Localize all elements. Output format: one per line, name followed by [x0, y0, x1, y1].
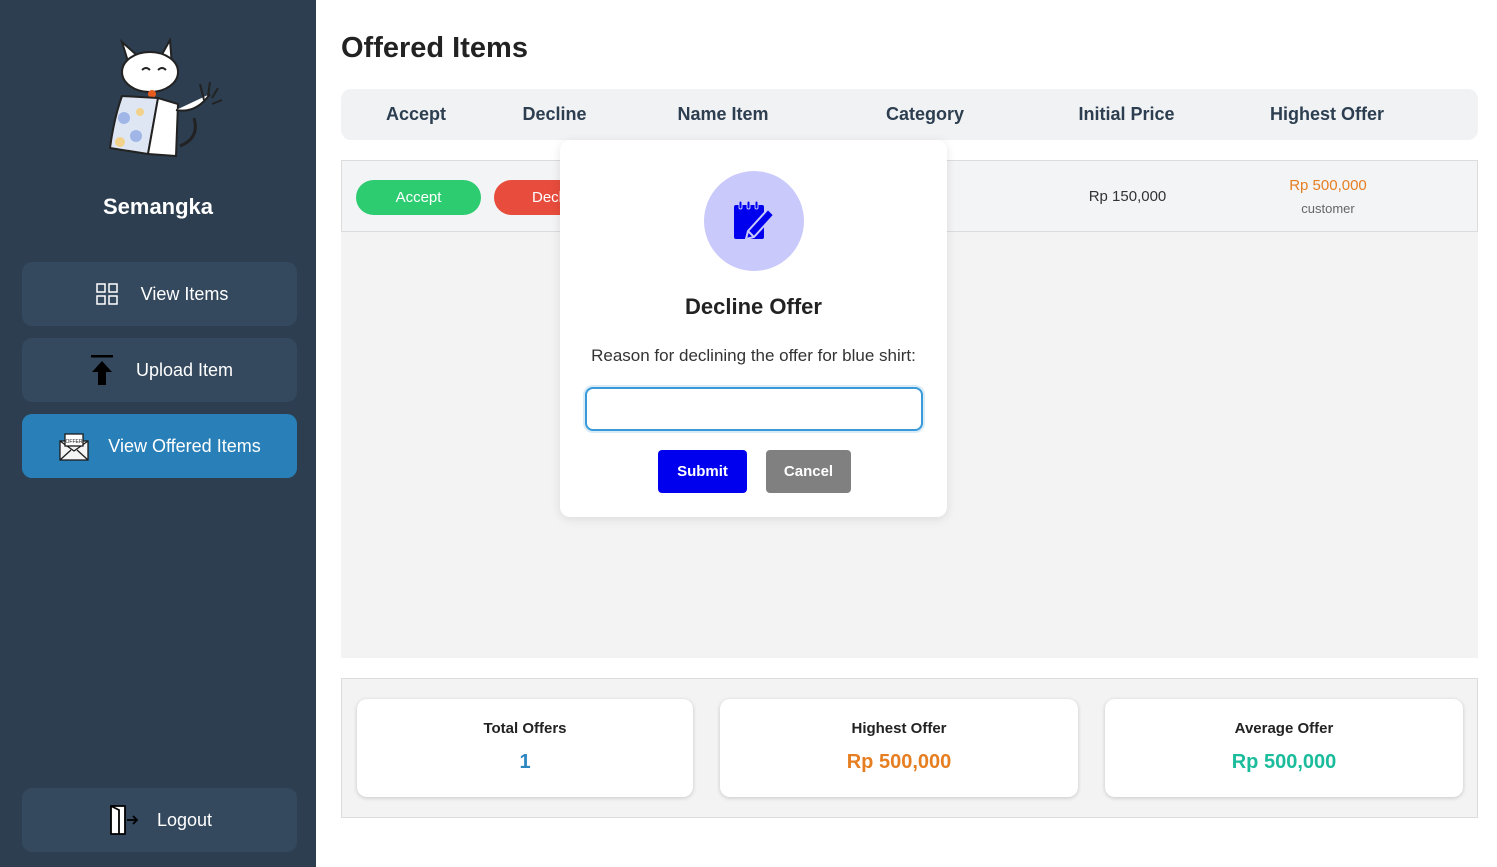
stat-card-highest-offer: Highest Offer Rp 500,000: [720, 699, 1078, 797]
page-title: Offered Items: [341, 32, 528, 64]
stat-label: Highest Offer: [851, 720, 947, 737]
sidebar-item-label: View Offered Items: [108, 435, 261, 456]
cancel-button[interactable]: Cancel: [766, 450, 851, 493]
sidebar-item-view-offered-items[interactable]: OFFER View Offered Items: [22, 414, 297, 478]
sidebar: Semangka View Items Upload Item OFFER Vi…: [0, 0, 316, 867]
note-edit-icon: [704, 171, 804, 271]
logout-label: Logout: [156, 809, 213, 830]
stats-panel: Total Offers 1 Highest Offer Rp 500,000 …: [341, 678, 1478, 818]
stat-card-average-offer: Average Offer Rp 500,000: [1105, 699, 1463, 797]
stat-card-total-offers: Total Offers 1: [357, 699, 693, 797]
brand-name: Semangka: [102, 194, 214, 219]
sidebar-item-label: Upload Item: [135, 359, 234, 380]
stat-label: Total Offers: [483, 720, 567, 737]
logout-icon: [107, 804, 139, 836]
decline-reason-input[interactable]: [585, 387, 923, 431]
logout-button[interactable]: Logout: [22, 788, 297, 852]
initial-price-cell: Rp 150,000: [1088, 188, 1167, 205]
avatar: [100, 36, 226, 162]
column-header-name-item: Name Item: [677, 104, 769, 124]
column-header-category: Category: [885, 104, 965, 124]
sidebar-item-label: View Items: [140, 283, 229, 304]
stat-label: Average Offer: [1234, 720, 1334, 737]
stat-value: 1: [519, 751, 531, 773]
dialog-message: Reason for declining the offer for blue …: [591, 346, 916, 365]
grid-icon: [91, 278, 123, 310]
offer-by-cell: customer: [1301, 201, 1355, 216]
submit-button[interactable]: Submit: [658, 450, 747, 493]
table-header: Accept Decline Name Item Category Initia…: [341, 89, 1478, 140]
stat-value: Rp 500,000: [846, 751, 952, 773]
sidebar-item-view-items[interactable]: View Items: [22, 262, 297, 326]
highest-offer-cell: Rp 500,000: [1289, 177, 1367, 194]
sidebar-item-upload-item[interactable]: Upload Item: [22, 338, 297, 402]
column-header-initial-price: Initial Price: [1078, 104, 1175, 124]
decline-offer-dialog: Decline Offer Reason for declining the o…: [560, 140, 947, 517]
dialog-title: Decline Offer: [685, 294, 822, 319]
app-window: Semangka View Items Upload Item OFFER Vi…: [0, 0, 1497, 867]
column-header-highest-offer: Highest Offer: [1269, 104, 1384, 124]
offer-envelope-icon: OFFER: [58, 430, 90, 462]
stat-value: Rp 500,000: [1231, 751, 1337, 773]
accept-button[interactable]: Accept: [356, 180, 481, 215]
svg-text:OFFER: OFFER: [66, 439, 83, 445]
upload-icon: [86, 354, 118, 386]
column-header-accept: Accept: [385, 104, 447, 124]
column-header-decline: Decline: [522, 104, 587, 124]
